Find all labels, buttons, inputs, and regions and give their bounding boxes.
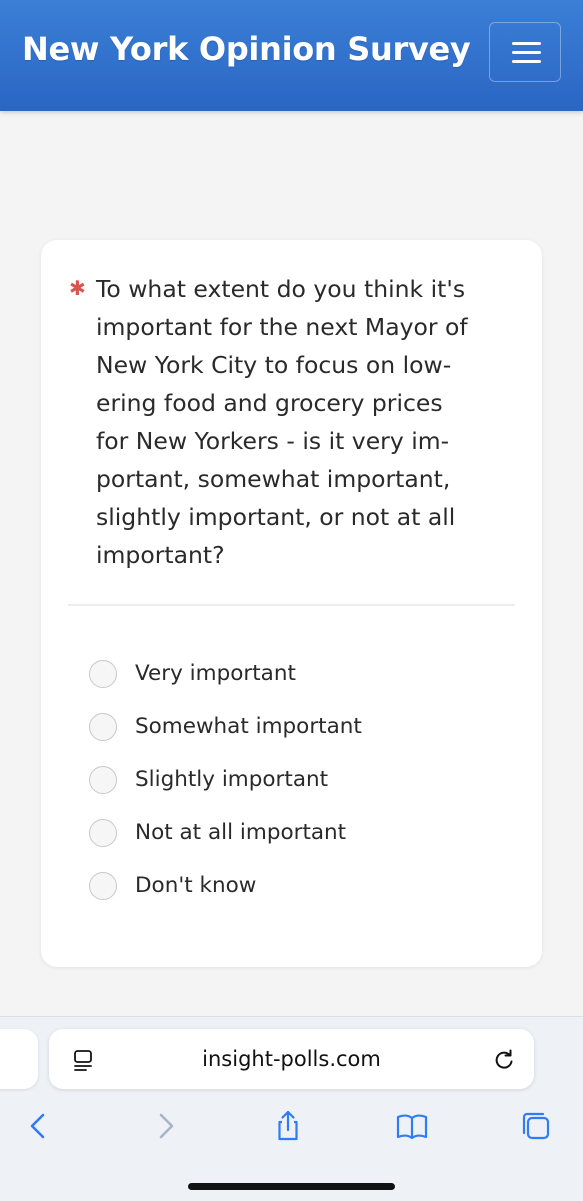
required-asterisk-icon: ✱ — [69, 276, 86, 300]
option-dont-know[interactable]: Don't know — [89, 859, 362, 912]
option-label: Slightly important — [135, 767, 329, 792]
question-line: portant, somewhat important, — [96, 465, 451, 493]
share-icon[interactable] — [271, 1109, 305, 1143]
tabs-icon[interactable] — [519, 1109, 553, 1143]
radio-button[interactable] — [89, 659, 117, 688]
radio-button[interactable] — [89, 818, 117, 847]
option-slightly-important[interactable]: Slightly important — [89, 753, 362, 806]
option-label: Somewhat important — [135, 714, 362, 739]
question-text: To what extent do you think it's importa… — [96, 270, 496, 574]
menu-button[interactable] — [489, 22, 561, 82]
option-somewhat-important[interactable]: Somewhat important — [89, 700, 362, 753]
previous-tab-preview[interactable] — [0, 1029, 38, 1089]
question-line: ering food and grocery prices — [96, 389, 443, 417]
page-title: New York Opinion Survey — [22, 30, 471, 68]
question-line: important for the next Mayor of — [96, 313, 468, 341]
option-label: Very important — [135, 661, 296, 686]
radio-button[interactable] — [89, 712, 117, 741]
browser-toolbar: insight-polls.com — [0, 1016, 583, 1201]
radio-button[interactable] — [89, 871, 117, 900]
forward-icon[interactable] — [148, 1109, 182, 1143]
option-label: Don't know — [135, 873, 257, 898]
divider — [68, 604, 515, 606]
bookmarks-icon[interactable] — [395, 1109, 429, 1143]
home-indicator — [188, 1183, 395, 1190]
reload-icon[interactable] — [491, 1047, 517, 1073]
option-very-important[interactable]: Very important — [89, 647, 362, 700]
app-header: New York Opinion Survey — [0, 0, 583, 111]
question-line: To what extent do you think it's — [96, 275, 466, 303]
question-line: for New Yorkers - is it very im- — [96, 427, 450, 455]
question-line: important? — [96, 541, 225, 569]
back-icon[interactable] — [22, 1109, 56, 1143]
question-card: ✱ To what extent do you think it's impor… — [41, 240, 542, 967]
radio-button[interactable] — [89, 765, 117, 794]
url-text: insight-polls.com — [202, 1047, 381, 1071]
question-line: New York City to focus on low- — [96, 351, 452, 379]
question-line: slightly important, or not at all — [96, 503, 456, 531]
answer-options: Very important Somewhat important Slight… — [89, 647, 362, 912]
address-bar[interactable]: insight-polls.com — [49, 1029, 534, 1089]
option-label: Not at all important — [135, 820, 347, 845]
option-not-at-all-important[interactable]: Not at all important — [89, 806, 362, 859]
